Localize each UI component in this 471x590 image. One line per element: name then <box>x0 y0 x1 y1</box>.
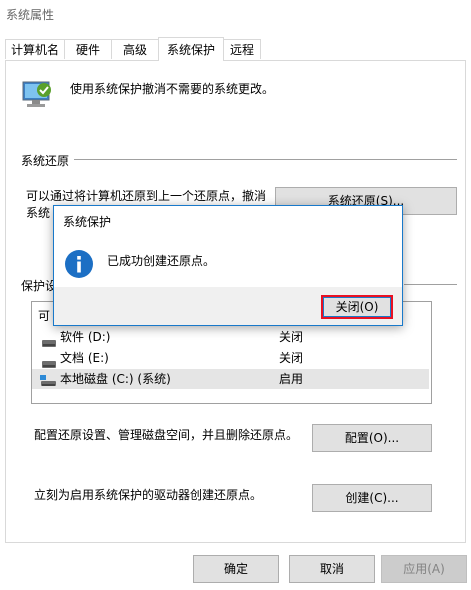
tab-hardware[interactable]: 硬件 <box>64 39 112 59</box>
drive-icon <box>42 354 56 368</box>
cancel-button[interactable]: 取消 <box>289 555 375 583</box>
protection-divider <box>404 284 457 285</box>
intro-text: 使用系统保护撤消不需要的系统更改。 <box>70 82 275 96</box>
restore-heading: 系统还原 <box>21 154 70 168</box>
protection-heading: 保护设 <box>21 279 58 293</box>
create-text: 立刻为启用系统保护的驱动器创建还原点。 <box>34 488 263 502</box>
drive-row-c[interactable]: 本地磁盘 (C:) (系统) 启用 <box>32 369 429 389</box>
drive-status: 启用 <box>279 372 304 386</box>
success-dialog: 系统保护 已成功创建还原点。 关闭(O) <box>53 205 403 326</box>
drive-icon <box>42 333 56 347</box>
configure-button[interactable]: 配置(O)... <box>312 424 432 452</box>
ok-button[interactable]: 确定 <box>193 555 279 583</box>
window-titlebar: 系统属性 <box>0 0 471 30</box>
dialog-close-button[interactable]: 关闭(O) <box>321 295 393 319</box>
create-button[interactable]: 创建(C)... <box>312 484 432 512</box>
configure-text: 配置还原设置、管理磁盘空间，并且删除还原点。 <box>34 428 299 442</box>
dialog-title: 系统保护 <box>63 215 112 229</box>
drive-name: 文档 (E:) <box>60 351 109 365</box>
dialog-message: 已成功创建还原点。 <box>107 254 216 268</box>
info-icon <box>64 249 94 279</box>
system-drive-icon <box>40 373 56 386</box>
drive-name: 软件 (D:) <box>60 330 111 344</box>
apply-button[interactable]: 应用(A) <box>381 555 467 583</box>
system-protection-icon <box>20 77 54 111</box>
tab-system-protection[interactable]: 系统保护 <box>158 37 224 61</box>
drive-status: 关闭 <box>279 330 304 344</box>
tab-remote[interactable]: 远程 <box>223 39 261 59</box>
drive-list-header[interactable]: 可 <box>38 307 50 324</box>
dialog-footer: 关闭(O) <box>54 287 402 325</box>
restore-divider <box>74 159 457 160</box>
tab-computer-name[interactable]: 计算机名 <box>5 39 65 59</box>
window-title: 系统属性 <box>6 8 55 22</box>
drive-status: 关闭 <box>279 351 304 365</box>
restore-description-line1: 可以通过将计算机还原到上一个还原点，撤消 <box>26 189 267 203</box>
drive-name: 本地磁盘 (C:) (系统) <box>60 372 171 386</box>
tab-strip: 计算机名 硬件 高级 系统保护 远程 <box>5 37 466 61</box>
drive-row-e[interactable]: 文档 (E:) 关闭 <box>32 348 429 368</box>
drive-row-d[interactable]: 软件 (D:) 关闭 <box>32 327 429 347</box>
restore-description-line2: 系统 <box>26 206 51 220</box>
tab-advanced[interactable]: 高级 <box>111 39 159 59</box>
